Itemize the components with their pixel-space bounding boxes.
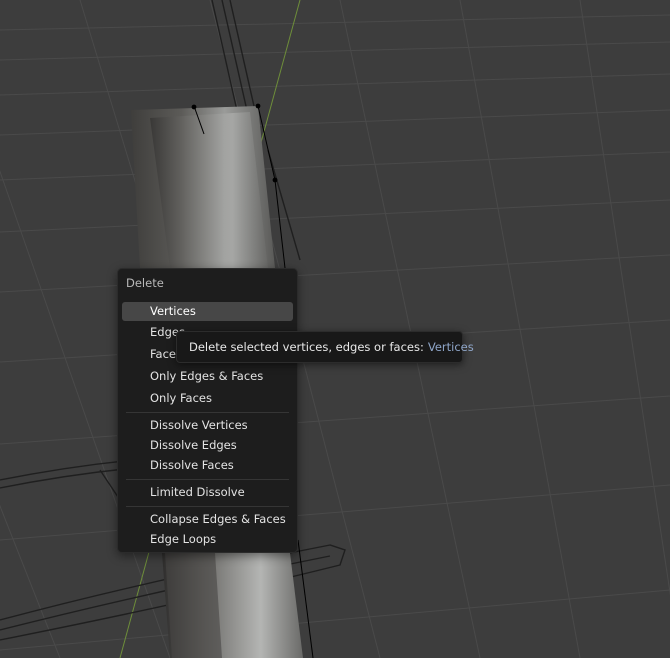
menu-item-limited-dissolve[interactable]: Limited Dissolve: [122, 483, 293, 502]
menu-item-only-faces[interactable]: Only Faces: [122, 389, 293, 408]
viewport-scene: [0, 0, 670, 658]
menu-item-edge-loops[interactable]: Edge Loops: [122, 530, 293, 549]
tooltip: Delete selected vertices, edges or faces…: [176, 331, 474, 363]
tooltip-text: Delete selected vertices, edges or faces…: [189, 340, 424, 354]
menu-separator: [126, 506, 289, 507]
menu-item-only-edges-faces[interactable]: Only Edges & Faces: [122, 367, 293, 386]
3d-viewport[interactable]: [0, 0, 670, 658]
menu-item-dissolve-vertices[interactable]: Dissolve Vertices: [122, 416, 293, 435]
delete-menu: Delete Vertices Edges Faces Only Edges &…: [117, 268, 298, 553]
menu-item-dissolve-faces[interactable]: Dissolve Faces: [122, 456, 293, 475]
tooltip-value: Vertices: [427, 340, 474, 354]
menu-item-dissolve-edges[interactable]: Dissolve Edges: [122, 436, 293, 455]
menu-title: Delete: [126, 276, 164, 290]
grid-floor: [0, 0, 670, 658]
menu-separator: [126, 412, 289, 413]
menu-separator: [126, 479, 289, 480]
menu-item-vertices[interactable]: Vertices: [122, 302, 293, 321]
menu-item-collapse-edges-faces[interactable]: Collapse Edges & Faces: [122, 510, 293, 529]
